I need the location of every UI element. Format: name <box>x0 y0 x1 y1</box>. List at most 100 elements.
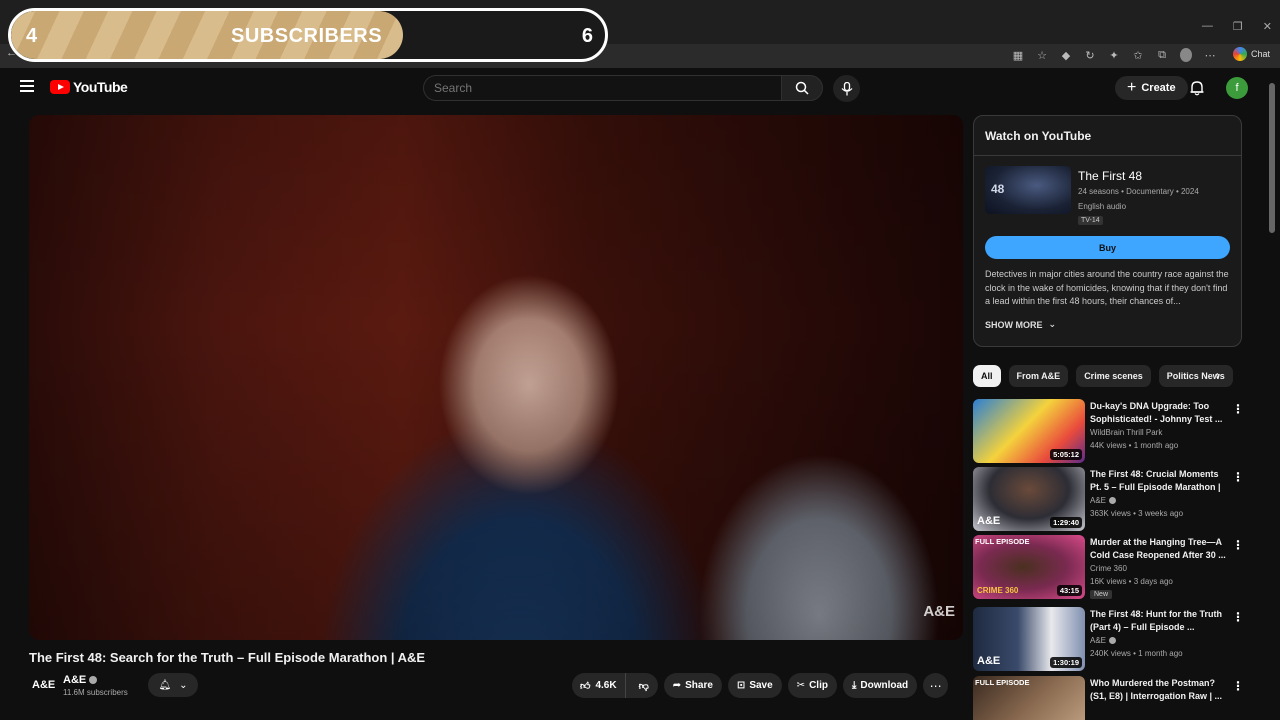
filter-chips: All From A&E Crime scenes Politics News <box>973 365 1243 387</box>
chevron-right-icon[interactable]: › <box>1216 368 1220 382</box>
list-item[interactable]: A&E 1:29:40 The First 48: Crucial Moment… <box>973 467 1263 531</box>
thumbnail-logo: A&E <box>977 655 1001 667</box>
youtube-logo[interactable]: YouTube <box>50 79 128 95</box>
chip-crime-scenes[interactable]: Crime scenes <box>1076 365 1151 387</box>
kebab-menu-icon[interactable]: ⋮ <box>1232 610 1244 624</box>
plus-icon: + <box>1127 79 1137 96</box>
video-title[interactable]: Du-kay's DNA Upgrade: Too Sophisticated!… <box>1090 400 1228 425</box>
refresh-icon[interactable]: ↻ <box>1084 49 1096 62</box>
like-dislike-group: 👍︎ 4.6K 👎︎ <box>572 673 658 698</box>
list-item[interactable]: A&E 1:30:19 The First 48: Hunt for the T… <box>973 607 1263 671</box>
video-title[interactable]: The First 48: Crucial Moments Pt. 5 – Fu… <box>1090 468 1228 493</box>
kebab-menu-icon[interactable]: ⋮ <box>1232 402 1244 416</box>
create-button[interactable]: + Create <box>1115 76 1188 100</box>
clip-label: Clip <box>809 680 828 691</box>
chip-all[interactable]: All <box>973 365 1001 387</box>
thumbnail-logo: A&E <box>977 515 1001 527</box>
apps-icon[interactable]: ▦ <box>1012 49 1024 62</box>
window-controls: — ❐ ✕ <box>1202 20 1272 33</box>
chip-from-ae[interactable]: From A&E <box>1008 365 1069 387</box>
show-description: Detectives in major cities around the co… <box>985 269 1229 306</box>
video-thumbnail[interactable]: FULL EPISODE CRIME 360 43:15 <box>973 535 1085 599</box>
download-button[interactable]: ⤓ Download <box>842 673 918 698</box>
verified-icon <box>89 676 98 684</box>
channel-name-text: A&E <box>1090 496 1107 505</box>
channel-watermark: A&E <box>923 603 955 620</box>
search-input[interactable] <box>434 76 781 100</box>
dislike-button[interactable]: 👎︎ <box>630 673 658 698</box>
search-button[interactable] <box>781 75 823 101</box>
channel-name[interactable]: WildBrain Thrill Park <box>1090 428 1162 437</box>
collections-icon[interactable]: ⧉ <box>1156 49 1168 62</box>
video-stats: 240K views • 1 month ago <box>1090 649 1183 658</box>
channel-name[interactable]: A&E <box>1090 496 1117 505</box>
clip-button[interactable]: ✂ Clip <box>787 673 837 698</box>
download-icon: ⤓ <box>851 680 857 691</box>
close-icon[interactable]: ✕ <box>1263 20 1272 33</box>
user-avatar[interactable]: f <box>1226 77 1248 99</box>
buy-button[interactable]: Buy <box>985 236 1230 259</box>
video-title[interactable]: Who Murdered the Postman? (S1, E8) | Int… <box>1090 677 1228 702</box>
youtube-play-icon <box>50 80 70 94</box>
menu-icon[interactable] <box>20 80 34 92</box>
video-title[interactable]: Murder at the Hanging Tree—A Cold Case R… <box>1090 536 1228 561</box>
show-more-button[interactable]: SHOW MORE ⌄ <box>985 319 1056 330</box>
youtube-logo-text: YouTube <box>73 79 128 95</box>
video-thumbnail[interactable]: A&E 1:29:40 <box>973 467 1085 531</box>
list-item[interactable]: FULL EPISODE CRIME 360 43:15 Murder at t… <box>973 535 1263 599</box>
subscriber-goal-overlay: 4 SUBSCRIBERS 6 <box>8 8 608 62</box>
video-thumbnail[interactable]: FULL EPISODE <box>973 676 1085 720</box>
list-item[interactable]: FULL EPISODE Who Murdered the Postman? (… <box>973 676 1263 720</box>
chat-button[interactable]: Chat <box>1232 47 1270 61</box>
scrollbar-thumb[interactable] <box>1269 83 1275 233</box>
video-title: The First 48: Search for the Truth – Ful… <box>29 650 426 665</box>
watch-on-youtube-card: Watch on YouTube 48 The First 48 24 seas… <box>973 115 1242 347</box>
star-icon[interactable]: ☆ <box>1036 49 1048 62</box>
favorites-icon[interactable]: ✩ <box>1132 49 1144 62</box>
scrollbar[interactable] <box>1268 75 1276 700</box>
channel-name[interactable]: Crime 360 <box>1090 564 1127 573</box>
profile-avatar[interactable] <box>1180 48 1192 62</box>
kebab-menu-icon[interactable]: ⋮ <box>1232 679 1244 693</box>
more-actions-button[interactable]: ⋯ <box>923 673 949 698</box>
like-button[interactable]: 👍︎ 4.6K <box>572 673 626 698</box>
show-thumbnail[interactable]: 48 <box>985 166 1071 214</box>
full-episode-badge: FULL EPISODE <box>975 678 1030 687</box>
voice-search-button[interactable] <box>833 75 860 102</box>
chevron-down-icon: ⌄ <box>1048 319 1057 329</box>
video-thumbnail[interactable]: A&E 1:30:19 <box>973 607 1085 671</box>
subscription-notification-button[interactable]: 🔔︎ ⌄ <box>148 673 198 697</box>
more-icon[interactable]: ⋯ <box>1204 49 1216 62</box>
extension-icon[interactable]: ◆ <box>1060 49 1072 62</box>
microphone-icon <box>841 81 852 95</box>
puzzle-icon[interactable]: ✦ <box>1108 49 1120 62</box>
copilot-icon <box>1232 47 1247 61</box>
browser-toolbar-icons: ▦ ☆ ◆ ↻ ✦ ✩ ⧉ ⋯ <box>1012 48 1216 62</box>
channel-avatar[interactable]: A&E <box>32 676 55 694</box>
channel-name[interactable]: A&E <box>63 674 98 686</box>
video-title[interactable]: The First 48: Hunt for the Truth (Part 4… <box>1090 608 1228 633</box>
chip-politics-news[interactable]: Politics News <box>1158 365 1233 387</box>
show-title[interactable]: The First 48 <box>1078 169 1142 183</box>
restore-icon[interactable]: ❐ <box>1233 20 1243 33</box>
kebab-menu-icon[interactable]: ⋮ <box>1232 538 1244 552</box>
video-thumbnail[interactable]: 5:05:12 <box>973 399 1085 463</box>
channel-name-text: A&E <box>1090 636 1107 645</box>
video-actions: 👍︎ 4.6K 👎︎ ➦ Share ⊡ Save ✂ Clip ⤓ Downl… <box>572 673 949 698</box>
thumbnail-logo: CRIME 360 <box>977 586 1019 595</box>
video-frame <box>29 115 963 640</box>
notifications-button[interactable] <box>1190 80 1204 101</box>
list-item[interactable]: 5:05:12 Du-kay's DNA Upgrade: Too Sophis… <box>973 399 1263 463</box>
kebab-menu-icon[interactable]: ⋮ <box>1232 470 1244 484</box>
duration-badge: 43:15 <box>1056 585 1082 596</box>
minimize-icon[interactable]: — <box>1202 20 1213 33</box>
search-box <box>423 75 781 101</box>
subscriber-goal: 6 <box>581 25 593 47</box>
channel-name[interactable]: A&E <box>1090 636 1117 645</box>
verified-icon <box>1109 637 1117 644</box>
channel-name-text: A&E <box>63 674 87 686</box>
thumbs-down-icon: 👎︎ <box>638 680 649 692</box>
video-player[interactable]: A&E <box>29 115 963 640</box>
save-button[interactable]: ⊡ Save <box>727 673 782 698</box>
share-button[interactable]: ➦ Share <box>663 673 722 698</box>
